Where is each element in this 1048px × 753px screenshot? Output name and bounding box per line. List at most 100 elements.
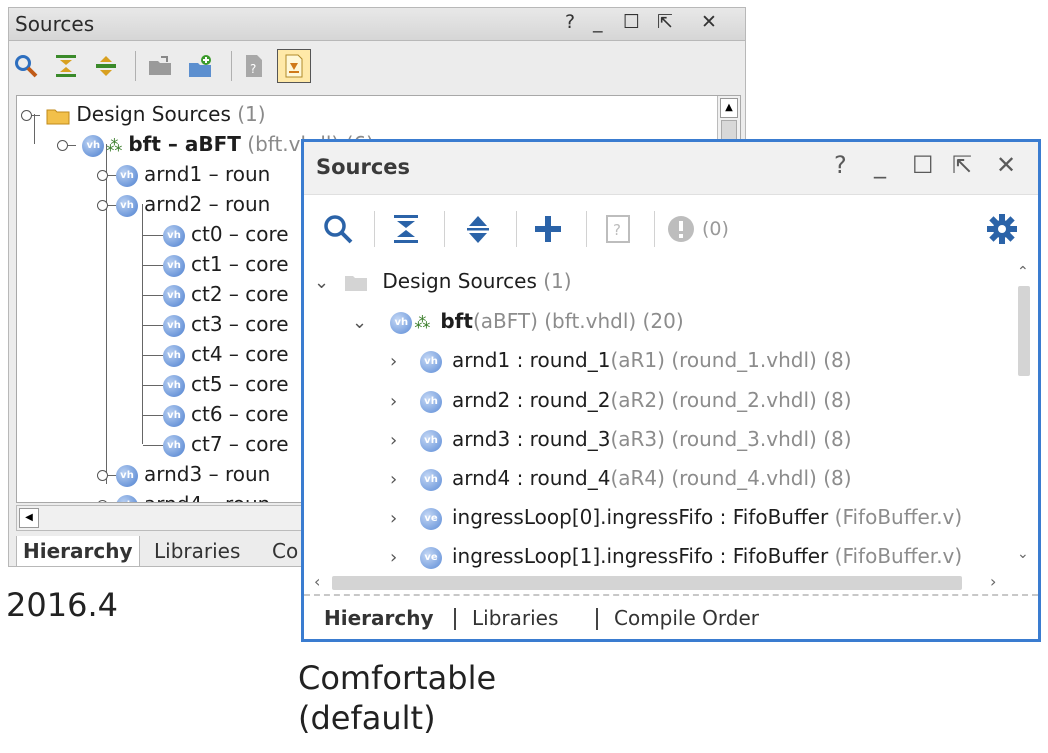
scroll-up-icon[interactable]: ▲ <box>720 98 738 118</box>
tree-item[interactable]: vh arnd1 – roun <box>97 159 270 189</box>
search-icon[interactable] <box>11 51 41 81</box>
scroll-thumb[interactable] <box>1018 286 1030 376</box>
scroll-left-icon[interactable]: ‹ <box>314 572 320 591</box>
help-icon[interactable]: ? <box>565 11 575 33</box>
expand-knob[interactable] <box>57 140 68 151</box>
expand-knob[interactable] <box>97 170 108 181</box>
tree-label: ingressLoop[0].ingressFifo : FifoBuffer <box>452 505 829 529</box>
tab-libraries[interactable]: Libraries <box>472 606 558 630</box>
scroll-up-icon[interactable]: ⌃ <box>1017 264 1029 280</box>
tree-item[interactable]: vh arnd4 – roun <box>97 489 270 502</box>
tree-item[interactable]: › vh arnd3 : round_3(aR3) (round_3.vhdl) (… <box>390 421 852 457</box>
tree-item[interactable]: vh ct4 – core <box>143 339 289 369</box>
chevron-right-icon[interactable]: › <box>390 501 408 537</box>
tree-item-design-sources[interactable]: Design Sources (1) <box>21 99 266 129</box>
search-icon[interactable] <box>320 211 356 247</box>
expand-knob[interactable] <box>97 470 108 481</box>
scroll-right-icon[interactable]: › <box>990 572 996 591</box>
maximize-icon[interactable]: ☐ <box>623 11 640 33</box>
tree-item[interactable]: vh ct3 – core <box>143 309 289 339</box>
new-panel-title: Sources <box>316 155 411 179</box>
chevron-right-icon[interactable]: › <box>390 344 408 380</box>
tree-module: (aR4) <box>610 466 665 490</box>
mode-sub-label: (default) <box>298 699 436 737</box>
toolbar-separator <box>654 211 655 247</box>
minimize-icon[interactable]: _ <box>593 11 603 33</box>
chevron-right-icon[interactable]: › <box>390 384 408 420</box>
expand-all-icon[interactable] <box>91 51 121 81</box>
gear-icon[interactable] <box>984 211 1020 247</box>
close-icon[interactable]: ✕ <box>996 151 1016 179</box>
close-icon[interactable]: ✕ <box>701 11 717 33</box>
tab-libraries[interactable]: Libraries <box>148 536 246 566</box>
tree-item[interactable]: vh ct0 – core <box>143 219 289 249</box>
expand-knob[interactable] <box>21 110 32 121</box>
float-icon[interactable]: ⇱ <box>952 151 972 179</box>
scroll-left-icon[interactable]: ◀ <box>19 508 39 528</box>
tab-compile-order[interactable]: Co <box>266 536 304 566</box>
tree-item-design-sources[interactable]: ⌄ Design Sources (1) <box>314 263 572 299</box>
tree-item[interactable]: › vh arnd2 : round_2(aR2) (round_2.vhdl) (… <box>390 382 852 418</box>
tree-item[interactable]: › vh arnd4 : round_4(aR4) (round_4.vhdl) (… <box>390 460 852 496</box>
tree-item[interactable]: › ve ingressLoop[1].ingressFifo : FifoBuff… <box>390 538 962 574</box>
help-icon[interactable]: ? <box>834 151 847 179</box>
tree-item[interactable]: vh ct5 – core <box>143 369 289 399</box>
tree-label: arnd1 : round_1 <box>452 348 611 372</box>
minimize-icon[interactable]: _ <box>874 151 886 179</box>
tree-count: (1) <box>543 269 572 293</box>
tree-item[interactable]: vh ct7 – core <box>143 429 289 459</box>
add-sources-icon[interactable] <box>530 211 566 247</box>
expand-knob[interactable] <box>97 500 108 502</box>
properties-icon[interactable]: ? <box>600 211 636 247</box>
folder-icon <box>345 275 368 291</box>
collapse-all-icon[interactable] <box>388 211 424 247</box>
tree-label: ct3 – core <box>191 312 289 336</box>
tree-count: (1) <box>237 102 266 126</box>
tab-hierarchy[interactable]: Hierarchy <box>16 536 140 567</box>
tree-label: arnd4 : round_4 <box>452 466 611 490</box>
scroll-down-icon[interactable]: ⌄ <box>1017 546 1029 562</box>
tree-label: arnd3 : round_3 <box>452 427 611 451</box>
tree-item[interactable]: vh ct2 – core <box>143 279 289 309</box>
vhdl-file-icon: vh <box>116 194 138 217</box>
tree-label: arnd4 – roun <box>144 492 270 502</box>
chevron-down-icon[interactable]: ⌄ <box>352 305 370 341</box>
vhdl-file-icon: vh <box>163 404 185 427</box>
messages-count: (0) <box>702 218 729 240</box>
tree-item[interactable]: vh ct6 – core <box>143 399 289 429</box>
vhdl-file-icon: vh <box>116 494 138 502</box>
tree-label: ct0 – core <box>191 222 289 246</box>
add-sources-icon[interactable] <box>185 51 215 81</box>
chevron-right-icon[interactable]: › <box>390 462 408 498</box>
density-mode-label: Comfortable (default) <box>298 658 496 738</box>
float-icon[interactable]: ⇱ <box>657 11 673 33</box>
tree-item[interactable]: vh ct1 – core <box>143 249 289 279</box>
tree-item[interactable]: › vh arnd1 : round_1(aR1) (round_1.vhdl) (… <box>390 342 852 378</box>
new-vertical-scrollbar[interactable]: ⌃ ⌄ <box>1014 264 1034 594</box>
svg-text:?: ? <box>250 62 256 76</box>
tree-item[interactable]: vh arnd2 – roun <box>97 189 270 219</box>
tree-label: bft <box>440 309 473 333</box>
tree-item[interactable]: vh arnd3 – roun <box>97 459 270 489</box>
properties-icon[interactable]: ? <box>239 51 269 81</box>
toolbar-separator <box>231 51 232 81</box>
show-hierarchy-icon[interactable] <box>277 49 311 83</box>
messages-indicator[interactable]: (0) <box>666 211 746 247</box>
expand-all-icon[interactable] <box>460 211 496 247</box>
expand-knob[interactable] <box>97 200 108 211</box>
maximize-icon[interactable]: ☐ <box>912 151 934 179</box>
scroll-thumb[interactable] <box>332 576 962 590</box>
folder-icon[interactable] <box>145 51 175 81</box>
tree-item[interactable]: › ve ingressLoop[0].ingressFifo : FifoBuff… <box>390 499 962 535</box>
collapse-all-icon[interactable] <box>51 51 81 81</box>
old-toolbar: ? <box>9 41 745 91</box>
tab-compile-order[interactable]: Compile Order <box>614 606 759 630</box>
toolbar-separator <box>516 211 517 247</box>
tree-item-bft[interactable]: ⌄ vh ⁂ bft(aBFT) (bft.vhdl) (20) <box>352 303 684 339</box>
chevron-right-icon[interactable]: › <box>390 540 408 576</box>
tree-label: arnd2 – roun <box>144 192 271 216</box>
chevron-right-icon[interactable]: › <box>390 423 408 459</box>
new-horizontal-scrollbar[interactable]: ‹ › <box>314 572 1004 594</box>
chevron-down-icon[interactable]: ⌄ <box>314 265 332 301</box>
tab-hierarchy[interactable]: Hierarchy <box>324 606 434 630</box>
